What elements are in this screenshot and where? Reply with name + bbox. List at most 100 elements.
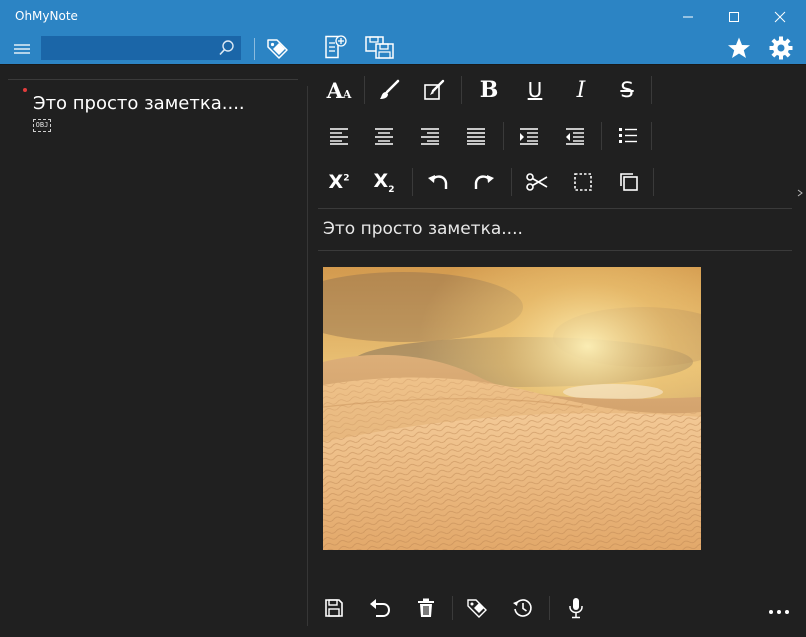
redo-format-button[interactable] — [464, 162, 504, 202]
save-all-button[interactable] — [363, 34, 397, 62]
superscript-icon: X2 — [328, 171, 350, 193]
format-separator — [503, 122, 504, 150]
text-color-button[interactable] — [369, 70, 409, 110]
highlighter-icon — [424, 79, 445, 100]
voice-input-button[interactable] — [558, 590, 594, 626]
format-separator — [461, 76, 462, 104]
embedded-image-desert[interactable] — [323, 267, 701, 550]
note-item-title[interactable]: Это просто заметка.... — [33, 93, 245, 114]
align-justify-icon — [467, 128, 485, 145]
bold-icon: B — [479, 77, 499, 103]
undo-icon — [428, 175, 448, 189]
copy-button[interactable] — [609, 162, 649, 202]
more-options-button[interactable] — [761, 594, 797, 630]
tag-icon — [467, 599, 487, 618]
microphone-icon — [569, 598, 583, 619]
maximize-icon — [729, 11, 739, 22]
save-button[interactable] — [316, 590, 352, 626]
subscript-button[interactable]: X2 — [364, 162, 404, 202]
align-right-button[interactable] — [410, 116, 450, 156]
app-title: OhMyNote — [15, 9, 78, 23]
toolbar-expand-arrow[interactable] — [797, 182, 803, 201]
underline-button[interactable]: U — [515, 70, 555, 110]
strikethrough-icon: S — [620, 78, 634, 102]
superscript-button[interactable]: X2 — [319, 162, 359, 202]
select-all-button[interactable] — [563, 162, 603, 202]
tags-button[interactable] — [262, 35, 292, 63]
trash-icon — [418, 598, 434, 617]
font-size-icon: AA — [326, 77, 352, 103]
undo-button[interactable] — [362, 590, 398, 626]
maximize-button[interactable] — [711, 0, 757, 33]
cut-button[interactable] — [517, 162, 557, 202]
highlight-button[interactable] — [414, 70, 454, 110]
outdent-button[interactable] — [555, 116, 595, 156]
bold-button[interactable]: B — [469, 70, 509, 110]
format-separator — [653, 168, 654, 196]
tag-note-button[interactable] — [459, 590, 495, 626]
panel-splitter[interactable] — [307, 86, 308, 626]
bullet-list-button[interactable] — [608, 116, 648, 156]
hamburger-icon — [14, 44, 30, 54]
star-icon — [728, 37, 750, 58]
search-icon — [219, 40, 234, 56]
minimize-button[interactable] — [665, 0, 711, 33]
brush-icon — [380, 79, 400, 99]
editor-text[interactable]: Это просто заметка.... — [323, 219, 523, 239]
align-center-icon — [375, 128, 393, 145]
search-box[interactable] — [41, 36, 241, 60]
search-button[interactable] — [218, 39, 236, 61]
menu-button[interactable] — [9, 38, 35, 60]
minimize-icon — [683, 16, 693, 17]
favorites-button[interactable] — [725, 35, 753, 61]
strikethrough-button[interactable]: S — [607, 70, 647, 110]
bullet-list-icon — [619, 128, 637, 143]
search-input[interactable] — [45, 39, 219, 59]
close-button[interactable] — [757, 0, 803, 33]
italic-button[interactable]: I — [561, 70, 601, 110]
format-separator — [651, 76, 652, 104]
indent-icon — [520, 128, 538, 145]
bottom-separator — [452, 596, 453, 620]
format-separator — [412, 168, 413, 196]
notes-list — [8, 70, 300, 630]
align-center-button[interactable] — [364, 116, 404, 156]
new-note-button[interactable] — [321, 34, 349, 62]
italic-icon: I — [576, 77, 586, 103]
subscript-icon: X2 — [373, 169, 395, 195]
save-multi-icon — [365, 36, 394, 59]
editor-divider — [318, 208, 792, 209]
more-icon — [769, 610, 789, 614]
history-icon — [513, 599, 532, 617]
editor-divider — [318, 250, 792, 251]
close-icon — [774, 11, 786, 22]
align-left-button[interactable] — [319, 116, 359, 156]
format-separator — [601, 122, 602, 150]
new-note-icon — [325, 35, 347, 59]
history-button[interactable] — [505, 590, 541, 626]
save-icon — [325, 599, 343, 617]
select-icon — [574, 173, 592, 191]
scissors-icon — [526, 173, 548, 191]
toolbar-separator — [254, 38, 255, 60]
note-object-badge: OBJ — [33, 119, 51, 132]
undo-icon — [370, 599, 391, 617]
chevron-right-icon — [797, 189, 803, 197]
underline-icon: U — [527, 78, 543, 102]
bottom-separator — [549, 596, 550, 620]
undo-format-button[interactable] — [418, 162, 458, 202]
justify-button[interactable] — [456, 116, 496, 156]
align-left-icon — [330, 128, 348, 145]
tag-icon — [267, 39, 288, 59]
delete-button[interactable] — [408, 590, 444, 626]
font-size-button[interactable]: AA — [319, 70, 359, 110]
align-right-icon — [421, 128, 439, 145]
format-separator — [511, 168, 512, 196]
format-separator — [651, 122, 652, 150]
note-status-dot — [23, 88, 27, 92]
settings-button[interactable] — [767, 35, 795, 61]
format-separator — [364, 76, 365, 104]
redo-icon — [474, 175, 494, 189]
copy-icon — [620, 173, 638, 191]
indent-button[interactable] — [509, 116, 549, 156]
